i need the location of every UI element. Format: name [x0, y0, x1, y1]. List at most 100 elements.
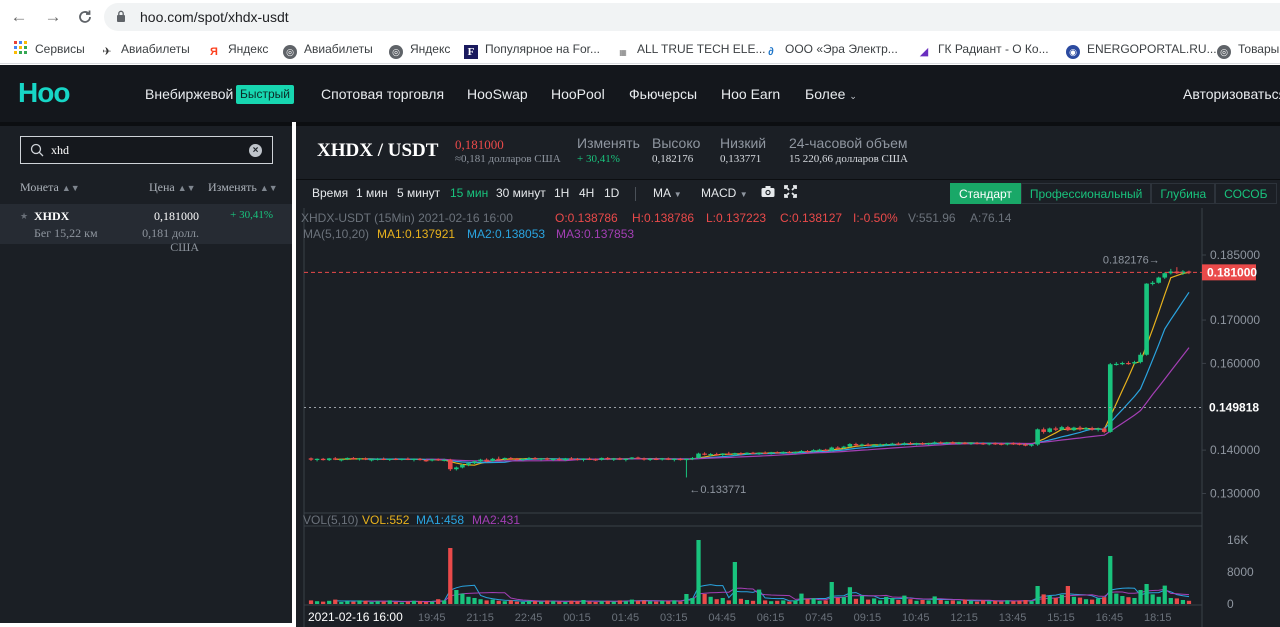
candle-body [774, 452, 780, 454]
bookmark-forbes[interactable]: F Популярное на For... [464, 40, 600, 59]
nav-hoo-earn[interactable]: Hoo Earn [721, 86, 780, 102]
nav-more[interactable]: Более ⌄ [805, 86, 857, 102]
indicator-macd-label: MACD [701, 186, 737, 200]
interval-4h[interactable]: 4H [579, 186, 594, 200]
market-search-input[interactable] [51, 141, 241, 159]
favorite-star-icon[interactable]: ★ [20, 211, 28, 222]
volume-bar [841, 597, 846, 604]
candle-body [587, 458, 592, 460]
time-tick-label: 06:15 [757, 612, 785, 624]
candle-body [672, 458, 677, 460]
interval-1m[interactable]: 1 мин [356, 186, 388, 200]
nav-hooswap[interactable]: HooSwap [467, 86, 528, 102]
back-icon[interactable]: ← [8, 6, 30, 28]
bookmark-flights[interactable]: ✈ Авиабилеты [100, 40, 189, 58]
candle-body [702, 453, 707, 455]
interval-5m[interactable]: 5 минут [397, 186, 440, 200]
fullscreen-icon[interactable] [784, 185, 797, 201]
chart-view-tabs: Стандарт Профессиональный Глубина СОСОБ [950, 183, 1277, 204]
volume-bar [932, 596, 937, 604]
bookmark-all-true-tech[interactable]: ▦ ALL TRUE TECH ELE... [616, 40, 765, 58]
login-link[interactable]: Авторизоваться [1183, 86, 1280, 102]
candle-body [454, 467, 459, 470]
volume-bar [781, 600, 786, 604]
clear-icon[interactable]: × [249, 144, 262, 157]
price-tick-label: 0.170000 [1210, 313, 1260, 327]
candle-body [635, 457, 641, 459]
indicator-macd-dropdown[interactable]: MACD ▼ [701, 186, 748, 200]
candle-body [605, 457, 611, 460]
candle-body [847, 444, 853, 447]
candle-body [581, 458, 586, 460]
candle-body [768, 452, 774, 454]
candle-body [896, 443, 901, 445]
interval-1d[interactable]: 1D [604, 186, 619, 200]
camera-icon[interactable] [761, 185, 775, 201]
interval-1h[interactable]: 1H [554, 186, 569, 200]
candle-body [1107, 364, 1113, 432]
candle-body [647, 458, 653, 460]
nav-futures[interactable]: Фьючерсы [629, 86, 697, 102]
bookmark-radiant[interactable]: ◢ ГК Радиант - О Ко... [917, 40, 1049, 58]
col-change-label: Изменять [208, 180, 257, 194]
nav-otc[interactable]: Внебиржевой [145, 86, 233, 102]
globe-icon: ◎ [283, 45, 297, 59]
candle-body [1132, 362, 1137, 364]
bookmark-energoportal[interactable]: ◉ ENERGOPORTAL.RU... [1066, 40, 1217, 59]
tab-standard[interactable]: Стандарт [950, 183, 1021, 204]
volume-bar [484, 600, 489, 604]
candle-body [944, 442, 950, 444]
volume-bar [896, 600, 901, 604]
col-price[interactable]: Цена ▲▼ [149, 180, 196, 195]
address-bar[interactable]: hoo.com/spot/xhdx-usdt [104, 3, 1280, 31]
volume-bar [1150, 594, 1155, 604]
info-amount: A:76.14 [970, 211, 1012, 225]
ma1-value: MA1:0.137921 [377, 227, 455, 241]
nav-hoopool[interactable]: HooPool [551, 86, 605, 102]
chart-toolbar: Время 1 мин 5 минут 15 мин 30 минут 1H 4… [296, 179, 1280, 207]
candle-body [460, 464, 465, 468]
volume-bar [454, 590, 459, 604]
bookmark-yandex[interactable]: Я Яндекс [207, 40, 268, 58]
indicator-ma-dropdown[interactable]: MA ▼ [653, 186, 682, 200]
reload-icon[interactable] [74, 6, 96, 28]
volume-bar [605, 600, 610, 604]
market-volume: Бег 15,22 км [34, 226, 98, 240]
candle-body [1059, 427, 1065, 430]
bookmark-era[interactable]: ∂ ООО «Эра Электр... [764, 40, 898, 58]
bookmark-flights-2[interactable]: ◎ Авиабилеты [283, 40, 373, 59]
volume-bar [726, 600, 731, 604]
lock-icon [117, 10, 125, 22]
tab-depth[interactable]: Глубина [1151, 183, 1216, 204]
candlestick-chart[interactable]: XHDX-USDT (15Min) 2021-02-16 16:00 O:0.1… [296, 208, 1280, 627]
candle-body [756, 452, 762, 454]
radiant-icon: ◢ [919, 46, 929, 58]
candle-body [950, 442, 956, 444]
volume-bar [763, 600, 768, 604]
candle-body [714, 454, 719, 456]
volume-bar [999, 601, 1004, 604]
volume-bar [345, 601, 350, 604]
nav-spot-trading[interactable]: Спотовая торговля [321, 86, 444, 102]
interval-15m[interactable]: 15 мин [450, 186, 488, 200]
candle-body [908, 443, 913, 445]
last-price-usd: ≈0,181 долларов США [455, 153, 561, 165]
market-row[interactable]: ★ XHDX Бег 15,22 км 0,181000 0,181 долл.… [0, 204, 292, 254]
info-volume: V:551.96 [908, 211, 956, 225]
candle-body [484, 459, 489, 461]
bookmark-services[interactable]: Сервисы [14, 40, 85, 58]
browser-toolbar: ← → hoo.com/spot/xhdx-usdt [0, 0, 1280, 34]
bookmark-yandex-2[interactable]: ◎ Яндекс [389, 40, 450, 59]
candle-body [550, 458, 556, 460]
forward-icon[interactable]: → [42, 6, 64, 28]
tab-professional[interactable]: Профессиональный [1020, 183, 1152, 204]
tab-cocob[interactable]: СОСОБ [1215, 183, 1277, 204]
col-coin[interactable]: Монета ▲▼ [20, 180, 80, 195]
volume-bar [393, 602, 398, 604]
volume-bar [1168, 598, 1173, 604]
interval-30m[interactable]: 30 минут [496, 186, 546, 200]
candle-body [423, 460, 429, 462]
hoo-logo[interactable]: Hoo [18, 77, 70, 109]
col-change[interactable]: Изменять ▲▼ [208, 180, 278, 195]
bookmark-goods[interactable]: ◎ Товары [1217, 40, 1279, 59]
